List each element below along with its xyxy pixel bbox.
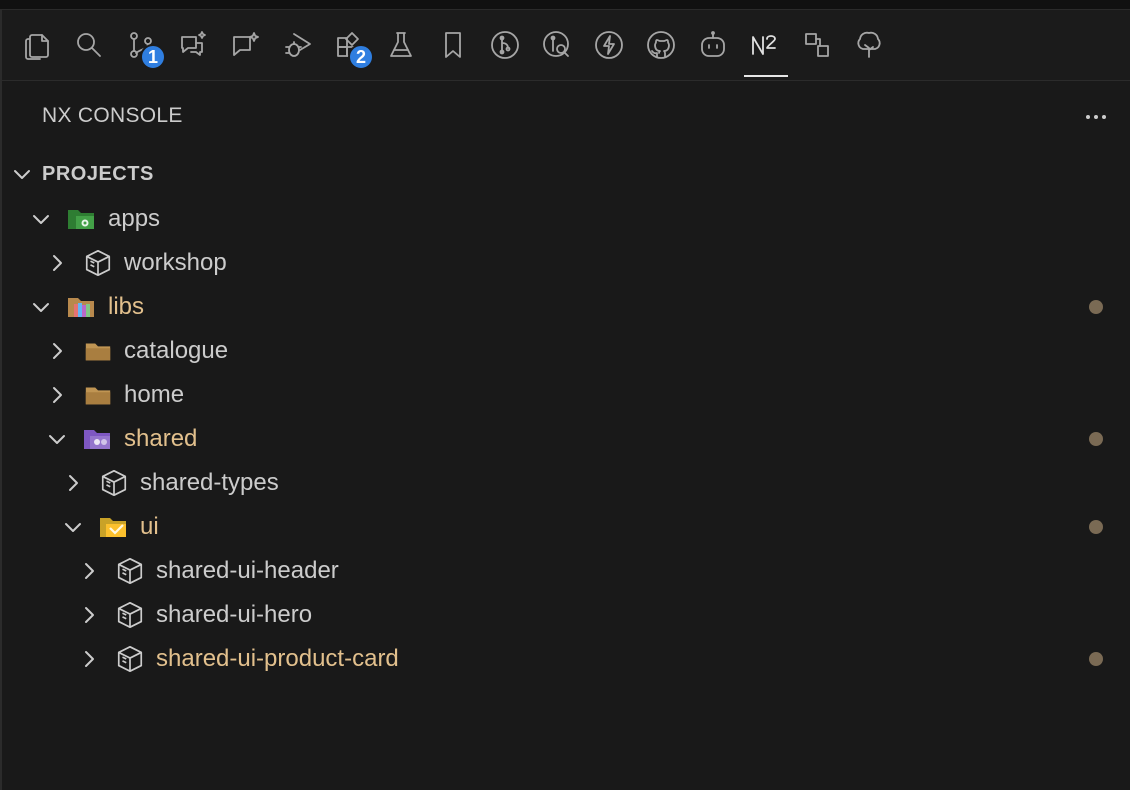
copilot-chat-icon[interactable] [222,22,268,68]
folder-shared-icon [82,423,114,455]
run-debug-icon[interactable] [274,22,320,68]
tree-icon[interactable] [846,22,892,68]
project-box-icon [114,599,146,631]
tree-item-label: catalogue [124,337,229,364]
tree-item-label: ui [140,513,159,540]
chevron-down-icon [60,514,86,540]
chevron-down-icon [28,206,54,232]
tree-item-label: shared-ui-hero [156,601,313,628]
modified-dot [1089,300,1103,314]
chevron-right-icon [76,558,102,584]
remote-explorer-icon[interactable] [794,22,840,68]
chat-sparkle-icon[interactable] [170,22,216,68]
panel-title: NX CONSOLE [42,104,183,127]
project-box-icon [114,555,146,587]
tree-item-label: shared [124,425,198,452]
chevron-down-icon [14,170,30,179]
tree-item-libs[interactable]: libs [0,285,1130,329]
tree-item-label: shared-ui-header [156,557,339,584]
git-graph-icon[interactable] [482,22,528,68]
folder-apps-icon [66,203,98,235]
folder-icon [82,335,114,367]
chevron-down-icon [44,426,70,452]
bookmark-icon[interactable] [430,22,476,68]
folder-libs-icon [66,291,98,323]
tree-item-workshop[interactable]: workshop [0,241,1130,285]
explorer-icon[interactable] [14,22,60,68]
section-title: PROJECTS [42,162,154,185]
tree-item-apps[interactable]: apps [0,197,1130,241]
pull-requests-icon[interactable] [534,22,580,68]
tree-item-label: home [124,381,185,408]
tree-item-shared-ui-hero[interactable]: shared-ui-hero [0,593,1130,637]
tree-item-home[interactable]: home [0,373,1130,417]
folder-ui-icon [98,511,130,543]
projects-section-header[interactable]: PROJECTS [10,158,154,190]
robot-icon[interactable] [690,22,736,68]
tree-item-shared-types[interactable]: shared-types [0,461,1130,505]
extensions-badge: 2 [348,44,374,70]
chevron-right-icon [76,646,102,672]
lightning-icon[interactable] [586,22,632,68]
tree-item-label: shared-ui-product-card [156,645,399,672]
project-box-icon [98,467,130,499]
tree-item-shared[interactable]: shared [0,417,1130,461]
activity-bar: 1 2 [2,10,1130,81]
window-frame-top [0,0,1130,10]
tree-item-label: apps [108,205,161,232]
modified-dot [1089,652,1103,666]
tree-item-catalogue[interactable]: catalogue [0,329,1130,373]
chevron-down-icon [28,294,54,320]
modified-dot [1089,432,1103,446]
chevron-right-icon [76,602,102,628]
project-box-icon [82,247,114,279]
folder-icon [82,379,114,411]
chevron-right-icon [44,338,70,364]
chevron-right-icon [60,470,86,496]
chevron-right-icon [44,250,70,276]
modified-dot [1089,520,1103,534]
tree-item-label: libs [108,293,145,320]
active-tab-indicator [744,75,788,77]
github-icon[interactable] [638,22,684,68]
tree-item-label: workshop [124,249,227,276]
source-control-badge: 1 [140,44,166,70]
tree-item-shared-ui-header[interactable]: shared-ui-header [0,549,1130,593]
search-icon[interactable] [66,22,112,68]
tree-item-ui[interactable]: ui [0,505,1130,549]
nx-console-icon[interactable] [742,22,788,68]
testing-icon[interactable] [378,22,424,68]
tree-item-shared-ui-product-card[interactable]: shared-ui-product-card [0,637,1130,681]
tree-item-label: shared-types [140,469,279,496]
more-actions-icon[interactable] [1078,104,1114,130]
chevron-right-icon [44,382,70,408]
project-box-icon [114,643,146,675]
